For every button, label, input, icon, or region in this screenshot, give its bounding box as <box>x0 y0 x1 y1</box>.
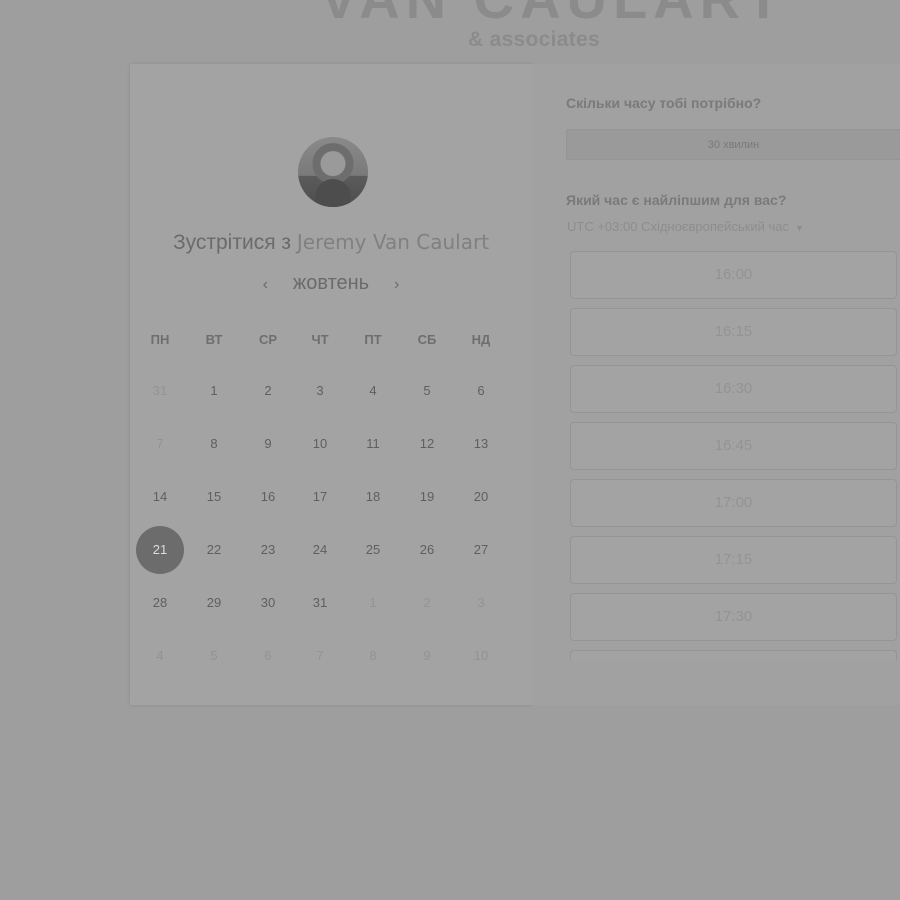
calendar-day[interactable]: 2 <box>403 579 451 627</box>
chevron-left-icon[interactable]: ‹ <box>253 276 277 294</box>
time-slot-button[interactable]: 16:00 <box>570 251 897 299</box>
brand-logo-subtitle: & associates <box>468 28 601 51</box>
calendar-day[interactable]: 3 <box>457 579 505 627</box>
calendar-day[interactable]: 9 <box>403 632 451 680</box>
calendar-day[interactable]: 25 <box>349 526 397 574</box>
calendar-day[interactable]: 5 <box>403 367 451 415</box>
time-slot-button[interactable]: 16:45 <box>570 422 897 470</box>
calendar-day[interactable]: 28 <box>136 579 184 627</box>
calendar-day[interactable]: 6 <box>457 367 505 415</box>
calendar-day[interactable]: 16 <box>244 473 292 521</box>
calendar-day[interactable]: 2 <box>244 367 292 415</box>
calendar-day[interactable]: 8 <box>190 420 238 468</box>
calendar-day[interactable]: 7 <box>296 632 344 680</box>
time-slot-button[interactable]: 17:30 <box>570 593 897 641</box>
time-slot-button[interactable]: 17:15 <box>570 536 897 584</box>
weekday-label: СБ <box>417 332 437 347</box>
calendar-day[interactable]: 19 <box>403 473 451 521</box>
weekday-label: НД <box>471 332 491 347</box>
duration-question: Скільки часу тобі потрібно? <box>566 95 762 111</box>
calendar-day[interactable]: 6 <box>244 632 292 680</box>
calendar-day[interactable]: 20 <box>457 473 505 521</box>
calendar-day[interactable]: 4 <box>349 367 397 415</box>
calendar-day[interactable]: 12 <box>403 420 451 468</box>
month-label: жовтень <box>292 272 370 294</box>
calendar-day[interactable]: 30 <box>244 579 292 627</box>
calendar-day[interactable]: 27 <box>457 526 505 574</box>
brand-logo-title: VAN CAULART <box>320 0 880 24</box>
chevron-right-icon[interactable]: › <box>385 276 409 294</box>
calendar-day[interactable]: 14 <box>136 473 184 521</box>
calendar-day[interactable]: 24 <box>296 526 344 574</box>
calendar-day[interactable]: 11 <box>349 420 397 468</box>
weekday-label: ЧТ <box>311 332 329 347</box>
timezone-label: UTC +03:00 Східноєвропейський час <box>567 219 789 234</box>
calendar-day[interactable]: 10 <box>296 420 344 468</box>
calendar-day[interactable]: 3 <box>296 367 344 415</box>
meet-title: Зустрітися з Jeremy Van Caulart <box>130 230 532 255</box>
calendar-day[interactable]: 1 <box>349 579 397 627</box>
host-name: Jeremy Van Caulart <box>296 230 490 254</box>
timezone-select[interactable]: UTC +03:00 Східноєвропейський час ▼ <box>567 219 804 234</box>
time-slot-button[interactable]: 16:30 <box>570 365 897 413</box>
weekday-label: СР <box>258 332 278 347</box>
time-slot-button[interactable]: 17:00 <box>570 479 897 527</box>
calendar-day[interactable]: 10 <box>457 632 505 680</box>
month-navigation: ‹ жовтень › <box>130 272 532 295</box>
calendar-day[interactable]: 29 <box>190 579 238 627</box>
calendar-day[interactable]: 31 <box>296 579 344 627</box>
caret-down-icon: ▼ <box>794 222 804 233</box>
calendar-day[interactable]: 5 <box>190 632 238 680</box>
calendar-day[interactable]: 8 <box>349 632 397 680</box>
weekday-label: ПТ <box>364 332 382 347</box>
calendar-day[interactable]: 13 <box>457 420 505 468</box>
calendar-day[interactable]: 9 <box>244 420 292 468</box>
time-question: Який час є найліпшим для вас? <box>566 192 787 208</box>
calendar-day-selected[interactable]: 21 <box>136 526 184 574</box>
calendar-day[interactable]: 23 <box>244 526 292 574</box>
calendar-day[interactable]: 26 <box>403 526 451 574</box>
time-slot-button[interactable]: 16:15 <box>570 308 897 356</box>
calendar-day[interactable]: 15 <box>190 473 238 521</box>
meet-prefix: Зустрітися з <box>172 231 292 254</box>
calendar-day[interactable]: 1 <box>190 367 238 415</box>
weekday-label: ВТ <box>205 332 223 347</box>
avatar <box>298 137 368 207</box>
weekday-label: ПН <box>150 332 170 347</box>
calendar-card: Зустрітися з Jeremy Van Caulart ‹ жовтен… <box>130 64 532 705</box>
time-slot-button-partial[interactable] <box>570 650 897 660</box>
calendar-day[interactable]: 17 <box>296 473 344 521</box>
calendar-day[interactable]: 18 <box>349 473 397 521</box>
calendar-day[interactable]: 22 <box>190 526 238 574</box>
calendar-day[interactable]: 31 <box>136 367 184 415</box>
calendar-day[interactable]: 4 <box>136 632 184 680</box>
calendar-day[interactable]: 7 <box>136 420 184 468</box>
duration-option-button[interactable]: 30 хвилин <box>566 129 900 160</box>
